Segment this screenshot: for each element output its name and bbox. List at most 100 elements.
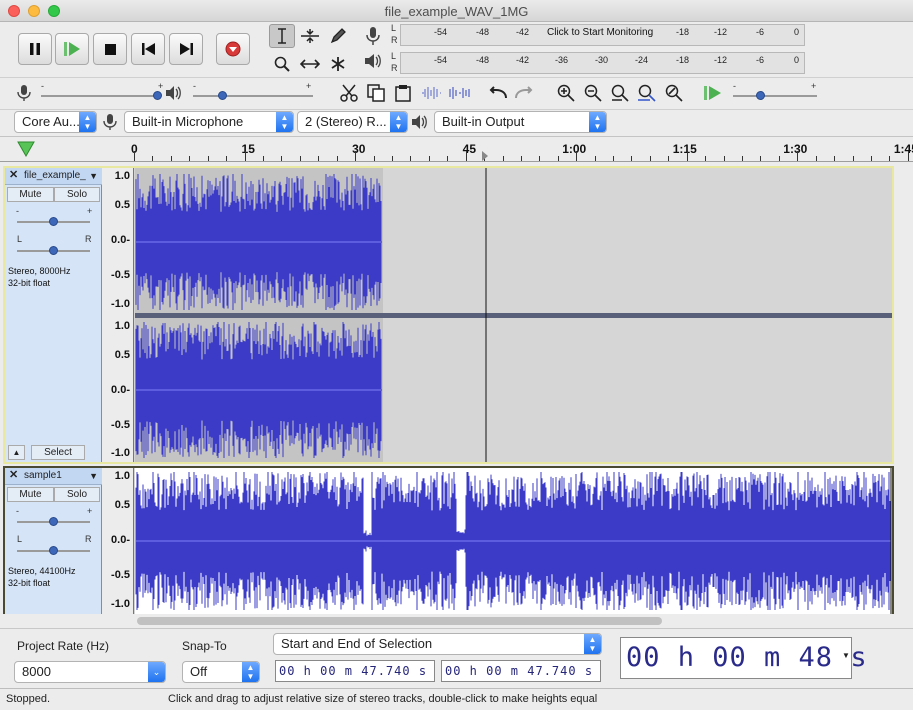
ruler-label: 1.0 xyxy=(114,320,130,332)
playback-volume-thumb[interactable] xyxy=(218,91,227,100)
record-volume-thumb[interactable] xyxy=(153,91,162,100)
fit-selection-button[interactable] xyxy=(607,81,633,105)
timeline-tick-mark xyxy=(778,156,780,161)
collapse-track-button[interactable]: ▲ xyxy=(8,445,25,460)
zoom-toggle-icon xyxy=(665,84,683,102)
audio-position-display[interactable]: 00 h 00 m 48 s xyxy=(620,637,867,679)
waveform-background xyxy=(135,313,892,318)
play-speed-thumb[interactable] xyxy=(756,91,765,100)
ruler-label: -0.5 xyxy=(111,269,130,281)
redo-button[interactable] xyxy=(511,81,537,105)
copy-button[interactable] xyxy=(363,81,389,105)
zoom-toggle-button[interactable] xyxy=(661,81,687,105)
selection-end-time[interactable]: 00 h 00 m 47.740 s xyxy=(441,660,601,682)
time-format-dropdown-icon[interactable]: ▼ xyxy=(842,651,850,660)
track-menu-dropdown-icon[interactable]: ▼ xyxy=(89,171,98,181)
pan-thumb[interactable] xyxy=(49,246,58,255)
project-rate-combo[interactable]: 8000 ⌄ xyxy=(14,661,166,683)
horizontal-scrollbar[interactable] xyxy=(0,614,913,628)
playback-meter-button[interactable] xyxy=(364,52,382,73)
track-format: Stereo, 44100Hz xyxy=(8,566,76,576)
playback-volume-slider[interactable] xyxy=(193,95,313,97)
zoom-out-button[interactable] xyxy=(580,81,606,105)
zoom-in-button[interactable] xyxy=(553,81,579,105)
record-volume-slider[interactable] xyxy=(41,95,161,97)
fit-project-button[interactable] xyxy=(634,81,660,105)
pin-play-head-button[interactable] xyxy=(17,141,35,160)
record-button[interactable] xyxy=(216,33,250,65)
audio-host-select[interactable]: Core Au... ▲ ▼ xyxy=(14,111,97,133)
waveform-background xyxy=(383,168,892,313)
snap-to-select[interactable]: Off ▲ ▼ xyxy=(182,661,260,683)
microphone-icon xyxy=(366,27,380,45)
track-menu-dropdown-icon[interactable]: ▼ xyxy=(89,471,98,481)
selection-mode-select[interactable]: Start and End of Selection ▲ ▼ xyxy=(273,633,602,655)
input-device-select[interactable]: Built-in Microphone ▲ ▼ xyxy=(124,111,294,133)
amplitude-ruler[interactable]: 1.0 0.5 0.0- -0.5 -1.0 xyxy=(102,468,134,614)
trim-audio-button[interactable] xyxy=(418,81,444,105)
close-track-icon[interactable]: ✕ xyxy=(9,170,21,182)
track-name[interactable]: file_example_ xyxy=(24,170,86,181)
select-track-button[interactable]: Select xyxy=(31,445,85,460)
start-monitoring-label[interactable]: Click to Start Monitoring xyxy=(547,27,653,38)
timeline-ruler[interactable]: 01530451:001:151:301:45 xyxy=(0,136,913,162)
undo-button[interactable] xyxy=(485,81,511,105)
multi-tool[interactable] xyxy=(325,52,351,76)
record-meter-button[interactable] xyxy=(364,26,382,49)
timeline-tick-label: 1:00 xyxy=(562,142,587,156)
skip-to-start-button[interactable] xyxy=(131,33,165,65)
zoom-tool[interactable] xyxy=(269,52,295,76)
play-speed-slider[interactable] xyxy=(733,95,817,97)
timeline-tick-mark xyxy=(631,156,633,161)
play-button[interactable] xyxy=(55,33,89,65)
solo-button[interactable]: Solo xyxy=(54,487,100,502)
time-shift-tool[interactable] xyxy=(297,52,323,76)
play-at-speed-icon xyxy=(704,86,721,100)
scrollbar-thumb[interactable] xyxy=(137,617,662,625)
timeline-tick-mark xyxy=(189,156,191,161)
title-bar: file_example_WAV_1MG xyxy=(0,0,913,22)
waveform-area[interactable] xyxy=(135,168,892,462)
gain-thumb[interactable] xyxy=(49,517,58,526)
meter-tick: -18 xyxy=(676,27,690,37)
timeline-tick-mark xyxy=(576,151,578,161)
gain-thumb[interactable] xyxy=(49,217,58,226)
output-device-select[interactable]: Built-in Output ▲ ▼ xyxy=(434,111,607,133)
audio-track-2[interactable]: ✕ sample1 ▼ Mute Solo - + L R Stereo, 44… xyxy=(3,466,894,614)
redo-icon xyxy=(515,86,533,99)
envelope-tool[interactable] xyxy=(297,24,323,48)
select-arrows-icon: ▲ ▼ xyxy=(242,662,259,682)
cut-button[interactable] xyxy=(336,81,362,105)
silence-audio-button[interactable] xyxy=(446,81,472,105)
pause-button[interactable] xyxy=(18,33,52,65)
selection-start-time[interactable]: 00 h 00 m 47.740 s xyxy=(275,660,435,682)
playback-meter[interactable]: -54 -48 -42 -36 -30 -24 -18 -12 -6 0 xyxy=(400,52,805,74)
track-name[interactable]: sample1 xyxy=(24,470,86,481)
timeline-tick-label: 15 xyxy=(241,142,255,156)
select-arrows-icon: ▲ ▼ xyxy=(589,112,606,132)
timeline-tick-mark xyxy=(797,151,799,161)
pan-thumb[interactable] xyxy=(49,546,58,555)
draw-tool[interactable] xyxy=(325,24,351,48)
selection-tool[interactable] xyxy=(269,24,295,48)
timeline-tick-mark xyxy=(226,156,228,161)
solo-button[interactable]: Solo xyxy=(54,187,100,202)
play-at-speed-button[interactable] xyxy=(700,81,726,105)
timeline-tick-mark xyxy=(355,151,357,161)
amplitude-ruler[interactable]: 1.0 0.5 0.0- -0.5 -1.0 1.0 0.5 0.0- -0.5… xyxy=(102,168,134,462)
mute-button[interactable]: Mute xyxy=(7,487,54,502)
waveform-area[interactable] xyxy=(135,468,892,614)
input-channels-select[interactable]: 2 (Stereo) R... ▲ ▼ xyxy=(297,111,408,133)
timeline-tick-mark xyxy=(742,156,744,161)
stop-button[interactable] xyxy=(93,33,127,65)
input-channels-value: 2 (Stereo) R... xyxy=(305,114,387,129)
close-track-icon[interactable]: ✕ xyxy=(9,470,21,482)
skip-to-end-button[interactable] xyxy=(169,33,203,65)
play-meter-right-label: R xyxy=(391,63,398,73)
timeline-tick-mark xyxy=(428,156,430,161)
paste-button[interactable] xyxy=(390,81,416,105)
track-bit-depth: 32-bit float xyxy=(8,578,51,588)
mute-button[interactable]: Mute xyxy=(7,187,54,202)
audio-track-1[interactable]: ✕ file_example_ ▼ Mute Solo - + L R Ster… xyxy=(3,166,894,464)
record-meter[interactable]: -54 -48 -42 Click to Start Monitoring -1… xyxy=(400,24,805,46)
